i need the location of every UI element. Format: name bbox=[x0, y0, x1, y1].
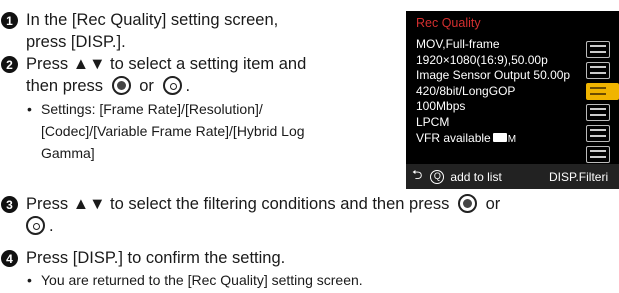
setting-item[interactable]: VFR available M bbox=[416, 131, 570, 148]
step-text-line: Press ▲▼ to select the filtering conditi… bbox=[26, 193, 619, 215]
control-dial-icon bbox=[26, 216, 45, 235]
m-mode-icon: M bbox=[507, 133, 517, 145]
footer-label: DISP.Filteri bbox=[549, 169, 609, 184]
add-to-list-button[interactable]: ⮌ Q add to list bbox=[406, 164, 538, 189]
camera-screen: Rec Quality MOV,Full-frame 1920×1080(16:… bbox=[406, 11, 619, 189]
step-text: . bbox=[49, 217, 54, 235]
step-4: 4 Press [DISP.] to confirm the setting. bbox=[1, 247, 285, 269]
rec-quality-badge[interactable] bbox=[586, 104, 610, 121]
step-number: 1 bbox=[1, 12, 18, 29]
step-1: 1 In the [Rec Quality] setting screen, p… bbox=[1, 9, 278, 53]
setting-list: MOV,Full-frame 1920×1080(16:9),50.00p Im… bbox=[416, 37, 570, 147]
setting-item[interactable]: Image Sensor Output 50.00p bbox=[416, 68, 570, 84]
note-text: Settings: [Frame Rate]/[Resolution]/ bbox=[41, 101, 263, 117]
setting-item[interactable]: 420/8bit/LongGOP bbox=[416, 84, 570, 100]
step-number: 4 bbox=[1, 250, 18, 267]
note-text: Gamma] bbox=[41, 145, 95, 161]
note-text: [Codec]/[Variable Frame Rate]/[Hybrid Lo… bbox=[41, 123, 305, 139]
menu-set-button-icon bbox=[457, 194, 477, 213]
step-number: 2 bbox=[1, 56, 18, 73]
step-text: or bbox=[485, 195, 501, 213]
setting-item[interactable]: MOV,Full-frame bbox=[416, 37, 570, 53]
camera-m-icon bbox=[492, 132, 507, 142]
step-text: or bbox=[139, 77, 154, 95]
step-text-line: Press ▲▼ to select a setting item and bbox=[26, 55, 307, 73]
step-text: then press bbox=[26, 77, 104, 95]
step-text-line: Press [DISP.] to confirm the setting. bbox=[26, 249, 286, 267]
quality-badges bbox=[586, 41, 619, 167]
setting-item[interactable]: LPCM bbox=[416, 115, 570, 131]
step-text-line: . bbox=[26, 215, 619, 237]
disp-filter-button[interactable]: DISP.Filteri bbox=[541, 164, 619, 189]
step-text-line: press [DISP.]. bbox=[26, 33, 126, 51]
step-number: 3 bbox=[1, 196, 18, 213]
rec-quality-badge[interactable] bbox=[586, 146, 610, 163]
setting-item-text: VFR available bbox=[416, 130, 491, 145]
rec-quality-badge[interactable] bbox=[586, 125, 610, 142]
rec-quality-badge[interactable] bbox=[586, 62, 610, 79]
return-note: • You are returned to the [Rec Quality] s… bbox=[27, 272, 363, 288]
note-text: You are returned to the [Rec Quality] se… bbox=[41, 272, 363, 288]
step-text-line: then press or . bbox=[26, 75, 306, 97]
footer-label: add to list bbox=[450, 169, 502, 184]
rec-quality-badge-selected[interactable] bbox=[586, 83, 619, 100]
step-text: Press ▲▼ to select the filtering conditi… bbox=[26, 195, 450, 213]
screen-title: Rec Quality bbox=[416, 16, 481, 30]
step-text-line: In the [Rec Quality] setting screen, bbox=[26, 11, 279, 29]
q-button-icon: Q bbox=[430, 169, 445, 184]
setting-item[interactable]: 1920×1080(16:9),50.00p bbox=[416, 53, 570, 69]
step-2: 2 Press ▲▼ to select a setting item and … bbox=[1, 53, 306, 97]
control-dial-icon bbox=[162, 76, 182, 95]
step-3: 3 Press ▲▼ to select the filtering condi… bbox=[1, 193, 619, 237]
setting-item[interactable]: 100Mbps bbox=[416, 99, 570, 115]
rec-quality-badge[interactable] bbox=[586, 41, 610, 58]
menu-set-button-icon bbox=[111, 76, 131, 95]
step-text: . bbox=[185, 77, 191, 95]
screen-footer: ⮌ Q add to list DISP.Filteri bbox=[406, 164, 619, 189]
back-arrow-icon[interactable]: ⮌ bbox=[412, 166, 422, 188]
settings-note: • Settings: [Frame Rate]/[Resolution]/ [C… bbox=[27, 98, 305, 164]
